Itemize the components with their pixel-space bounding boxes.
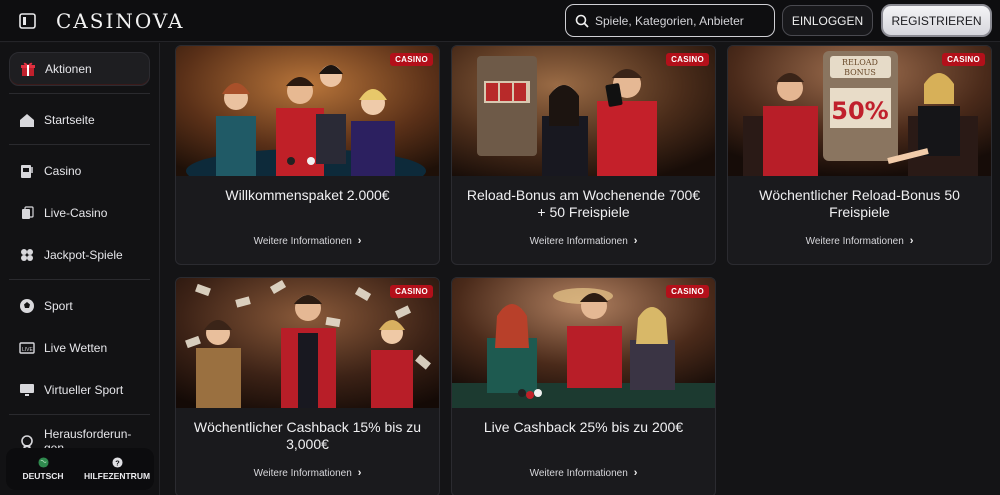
promo-title: Willkommenspaket 2.000€ bbox=[225, 187, 390, 203]
more-info-label: Weitere Informationen bbox=[253, 236, 352, 247]
promo-title: Reload-Bonus am Wochenende 700€ + 50 Fre… bbox=[466, 187, 701, 220]
sidebar-item-aktionen[interactable]: Aktionen bbox=[9, 52, 150, 86]
help-icon: ? bbox=[111, 457, 123, 468]
chevron-right-icon: › bbox=[357, 467, 362, 479]
clover-icon bbox=[18, 246, 36, 264]
promo-title: Wöchentlicher Cashback 15% bis zu 3,000€ bbox=[193, 419, 422, 452]
sidebar-item-label: Startseite bbox=[44, 113, 95, 127]
promo-card-reload-wochenende[interactable]: CASINO Reload-Bonus am Wochenende 700€ +… bbox=[451, 45, 716, 265]
live-cards-icon bbox=[18, 204, 36, 222]
gift-icon bbox=[19, 60, 37, 78]
fifty-percent-reel-text: 50% bbox=[831, 97, 888, 125]
category-badge: CASINO bbox=[942, 53, 985, 66]
promo-card-cashback-woechentlich[interactable]: CASINO Wöchentlicher Cashback 15% bis zu… bbox=[175, 277, 440, 495]
sidebar-item-label: Jackpot-Spiele bbox=[44, 248, 123, 262]
home-icon bbox=[18, 111, 36, 129]
category-badge: CASINO bbox=[390, 285, 433, 298]
slot-machine-icon bbox=[18, 162, 36, 180]
chevron-right-icon: › bbox=[909, 235, 914, 247]
sidebar-item-label: Aktionen bbox=[45, 62, 92, 76]
more-info-label: Weitere Informationen bbox=[805, 236, 904, 247]
chevron-right-icon: › bbox=[633, 235, 638, 247]
sidebar: Aktionen Startseite Casino Live-Casino J… bbox=[0, 43, 160, 495]
chevron-right-icon: › bbox=[357, 235, 362, 247]
help-label: HILFEZENTRUM bbox=[83, 471, 151, 481]
more-info-link[interactable]: Weitere Informationen › bbox=[176, 235, 439, 247]
promo-card-live-cashback[interactable]: CASINO Live Cashback 25% bis zu 200€ Wei… bbox=[451, 277, 716, 495]
sidebar-item-live-casino[interactable]: Live-Casino bbox=[9, 196, 150, 230]
language-button[interactable]: DEUTSCH bbox=[6, 448, 80, 490]
sidebar-item-label: Virtueller Sport bbox=[44, 383, 124, 397]
category-badge: CASINO bbox=[666, 285, 709, 298]
sidebar-toggle-icon[interactable] bbox=[18, 11, 38, 31]
promo-title: Wöchentlicher Reload-Bonus 50 Freispiele bbox=[759, 187, 960, 220]
category-badge: CASINO bbox=[390, 53, 433, 66]
sidebar-footer: DEUTSCH ? HILFEZENTRUM bbox=[6, 448, 154, 490]
sidebar-item-label: Live Wetten bbox=[44, 341, 108, 355]
more-info-link[interactable]: Weitere Informationen › bbox=[176, 467, 439, 479]
sidebar-item-live-wetten[interactable]: LIVE Live Wetten bbox=[9, 331, 150, 365]
reload-sign-text: RELOAD bbox=[842, 58, 878, 67]
divider bbox=[9, 93, 150, 94]
casinova-logo[interactable]: CASINOVA bbox=[56, 9, 184, 33]
category-badge: CASINO bbox=[666, 53, 709, 66]
promo-card-reload-woechentlich[interactable]: RELOAD BONUS 50% CASINO Wöchentlicher Re… bbox=[727, 45, 992, 265]
sidebar-item-sport[interactable]: Sport bbox=[9, 289, 150, 323]
divider bbox=[9, 414, 150, 415]
more-info-link[interactable]: Weitere Informationen › bbox=[452, 467, 715, 479]
help-center-button[interactable]: ? HILFEZENTRUM bbox=[80, 448, 154, 490]
more-info-link[interactable]: Weitere Informationen › bbox=[728, 235, 991, 247]
more-info-link[interactable]: Weitere Informationen › bbox=[452, 235, 715, 247]
language-label: DEUTSCH bbox=[22, 471, 64, 481]
promo-card-willkommenspaket[interactable]: CASINO Willkommenspaket 2.000€ Weitere I… bbox=[175, 45, 440, 265]
login-button[interactable]: EINLOGGEN bbox=[782, 5, 873, 36]
search-icon bbox=[575, 14, 589, 28]
bonus-sign-text: BONUS bbox=[844, 68, 876, 77]
sidebar-item-virtueller-sport[interactable]: Virtueller Sport bbox=[9, 373, 150, 407]
svg-text:LIVE: LIVE bbox=[22, 347, 34, 353]
more-info-label: Weitere Informationen bbox=[529, 468, 628, 479]
sidebar-item-jackpot-spiele[interactable]: Jackpot-Spiele bbox=[9, 238, 150, 272]
more-info-label: Weitere Informationen bbox=[253, 468, 352, 479]
more-info-label: Weitere Informationen bbox=[529, 236, 628, 247]
globe-icon bbox=[37, 457, 49, 468]
monitor-icon bbox=[18, 381, 36, 399]
top-header: CASINOVA EINLOGGEN REGISTRIEREN bbox=[0, 0, 1000, 42]
chevron-right-icon: › bbox=[633, 467, 638, 479]
soccer-ball-icon bbox=[18, 297, 36, 315]
promo-title: Live Cashback 25% bis zu 200€ bbox=[483, 419, 684, 435]
sidebar-item-startseite[interactable]: Startseite bbox=[9, 103, 150, 137]
search-box[interactable] bbox=[565, 4, 775, 37]
sidebar-item-casino[interactable]: Casino bbox=[9, 154, 150, 188]
sidebar-item-label: Casino bbox=[44, 164, 82, 178]
register-button[interactable]: REGISTRIEREN bbox=[881, 4, 992, 37]
divider bbox=[9, 279, 150, 280]
search-input[interactable] bbox=[595, 13, 765, 28]
divider bbox=[9, 144, 150, 145]
svg-text:?: ? bbox=[115, 458, 120, 467]
sidebar-item-label: Live-Casino bbox=[44, 206, 108, 220]
live-tv-icon: LIVE bbox=[18, 339, 36, 357]
sidebar-item-label: Sport bbox=[44, 299, 73, 313]
